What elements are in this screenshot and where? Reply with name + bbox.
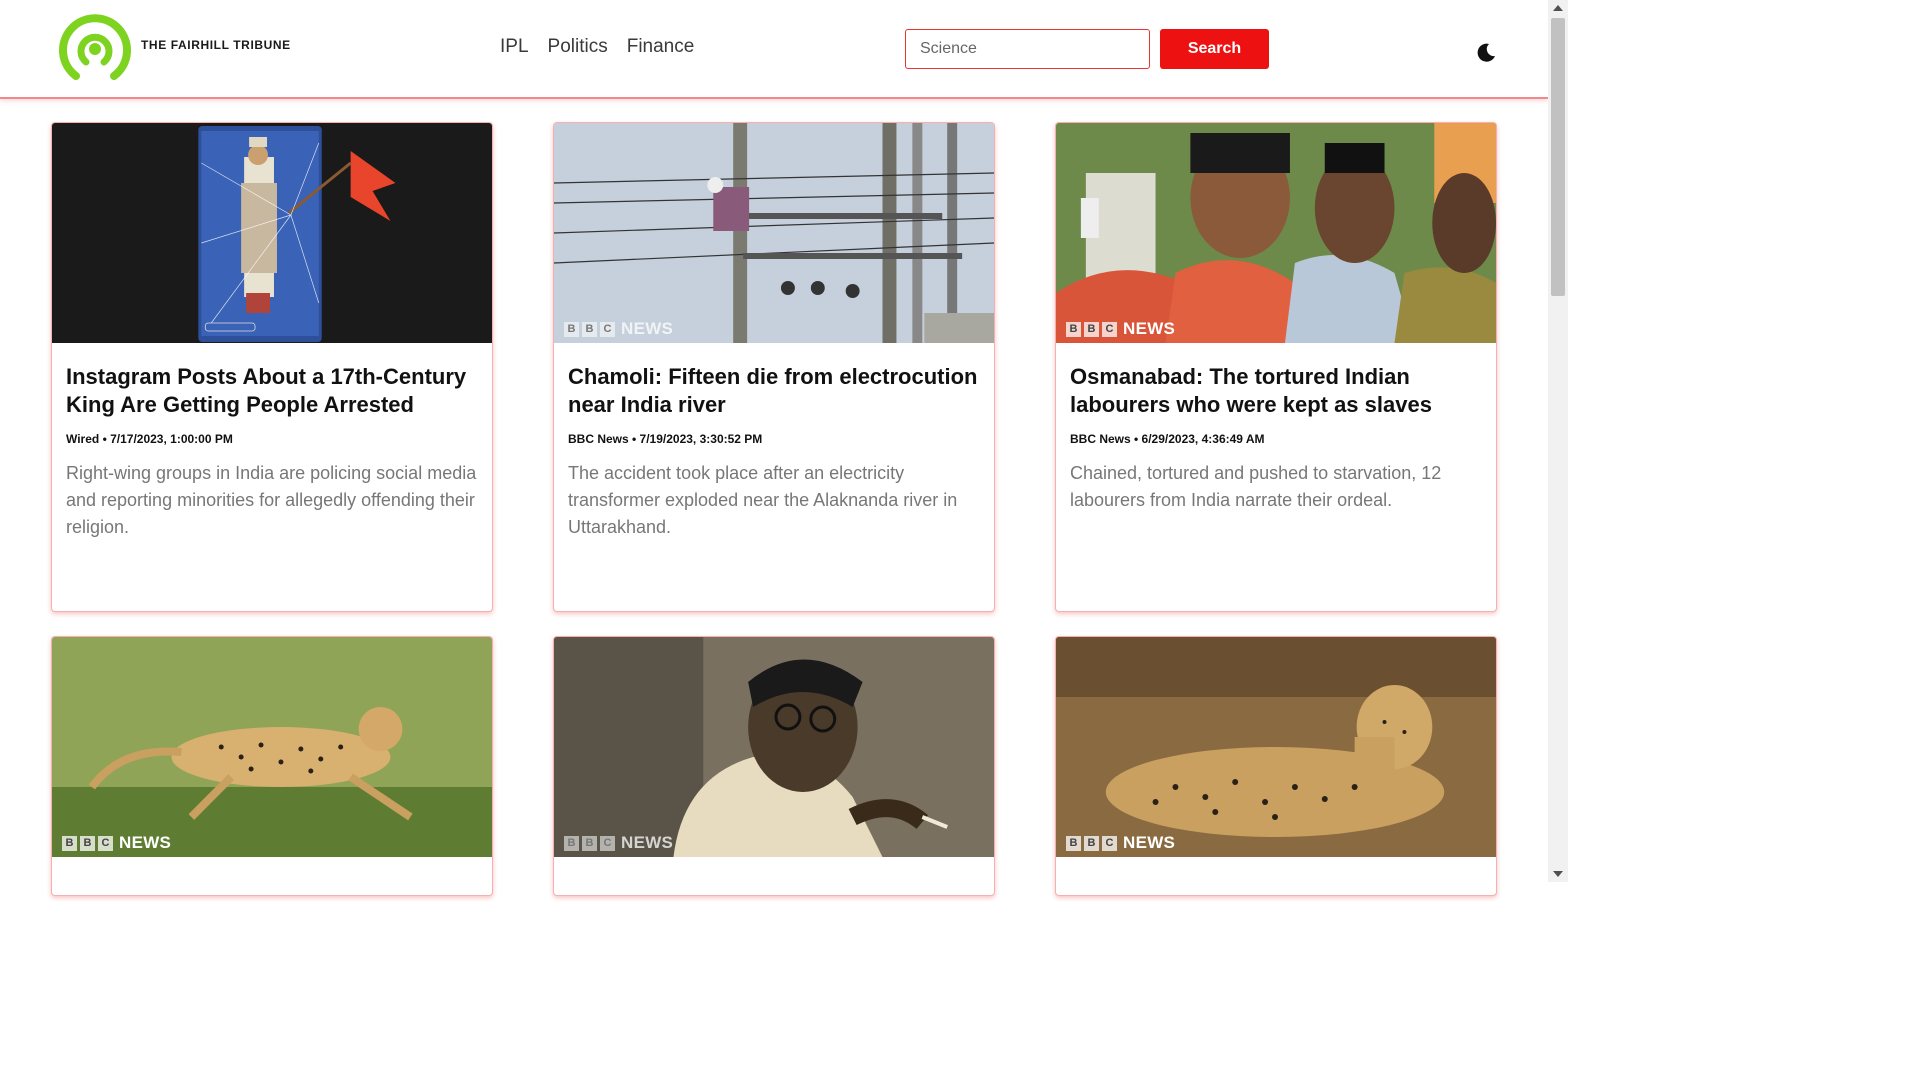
bbc-logo-news: NEWS: [1123, 833, 1176, 852]
bbc-logo-b2: B: [1084, 321, 1099, 337]
article-card[interactable]: B B C NEWS Osmanabad: The tortured India…: [1055, 122, 1497, 612]
article-image[interactable]: [52, 123, 492, 343]
search-input[interactable]: [905, 29, 1150, 69]
bbc-news-logo: B B C NEWS: [62, 833, 171, 853]
bbc-logo-b2: B: [80, 835, 95, 851]
article-card[interactable]: Instagram Posts About a 17th-Century Kin…: [51, 122, 493, 612]
article-description: The accident took place after an electri…: [568, 463, 958, 537]
article-description: Right-wing groups in India are policing …: [66, 463, 477, 537]
bbc-logo-b2: B: [582, 835, 597, 851]
bbc-logo-b1: B: [564, 835, 579, 851]
article-meta: BBC News • 7/19/2023, 3:30:52 PM: [568, 432, 763, 446]
article-card[interactable]: B B C NEWS: [553, 636, 995, 896]
bbc-logo-c: C: [1102, 321, 1117, 337]
bbc-news-logo: B B C NEWS: [564, 319, 673, 339]
scroll-down-arrow-icon[interactable]: [1553, 871, 1563, 877]
bbc-news-logo: B B C NEWS: [564, 833, 673, 853]
brand-name[interactable]: THE FAIRHILL TRIBUNE: [141, 38, 291, 52]
nav-link-finance[interactable]: Finance: [627, 36, 695, 58]
article-image[interactable]: B B C NEWS: [554, 637, 994, 857]
bbc-logo-c: C: [1102, 835, 1117, 851]
article-image[interactable]: B B C NEWS: [1056, 637, 1496, 857]
bbc-logo-news: NEWS: [621, 833, 674, 852]
bbc-logo-c: C: [600, 835, 615, 851]
scroll-up-arrow-icon[interactable]: [1553, 5, 1563, 11]
bbc-logo-news: NEWS: [621, 319, 674, 338]
article-title[interactable]: Osmanabad: The tortured Indian labourers…: [1070, 363, 1482, 419]
scrollbar-thumb[interactable]: [1551, 18, 1565, 296]
bbc-logo-b2: B: [582, 321, 597, 337]
article-meta: BBC News • 6/29/2023, 4:36:49 AM: [1070, 432, 1265, 446]
article-title[interactable]: Chamoli: Fifteen die from electrocution …: [568, 363, 980, 419]
search-button[interactable]: Search: [1160, 29, 1269, 69]
article-meta: Wired • 7/17/2023, 1:00:00 PM: [66, 432, 233, 446]
bbc-logo-b1: B: [62, 835, 77, 851]
moon-icon[interactable]: [1474, 40, 1498, 64]
bbc-news-logo: B B C NEWS: [1066, 833, 1175, 853]
bbc-news-logo: B B C NEWS: [1066, 319, 1175, 339]
bbc-logo-b1: B: [1066, 321, 1081, 337]
nav-link-ipl[interactable]: IPL: [500, 36, 529, 58]
main-nav: IPL Politics Finance: [500, 36, 694, 58]
vertical-scrollbar[interactable]: [1548, 0, 1568, 882]
article-card[interactable]: B B C NEWS: [51, 636, 493, 896]
article-card[interactable]: B B C NEWS Chamoli: Fifteen die from ele…: [553, 122, 995, 612]
bbc-logo-c: C: [600, 321, 615, 337]
article-image[interactable]: B B C NEWS: [554, 123, 994, 343]
bbc-logo-news: NEWS: [1123, 319, 1176, 338]
bbc-logo-c: C: [98, 835, 113, 851]
broadcast-logo-icon[interactable]: [58, 12, 132, 82]
bbc-logo-b1: B: [564, 321, 579, 337]
article-card[interactable]: B B C NEWS: [1055, 636, 1497, 896]
site-header: THE FAIRHILL TRIBUNE IPL Politics Financ…: [0, 0, 1548, 99]
article-description: Chained, tortured and pushed to starvati…: [1070, 463, 1442, 510]
bbc-logo-news: NEWS: [119, 833, 172, 852]
bbc-logo-b1: B: [1066, 835, 1081, 851]
article-image[interactable]: B B C NEWS: [52, 637, 492, 857]
bbc-logo-b2: B: [1084, 835, 1099, 851]
article-title[interactable]: Instagram Posts About a 17th-Century Kin…: [66, 363, 478, 419]
article-image[interactable]: B B C NEWS: [1056, 123, 1496, 343]
nav-link-politics[interactable]: Politics: [548, 36, 608, 58]
